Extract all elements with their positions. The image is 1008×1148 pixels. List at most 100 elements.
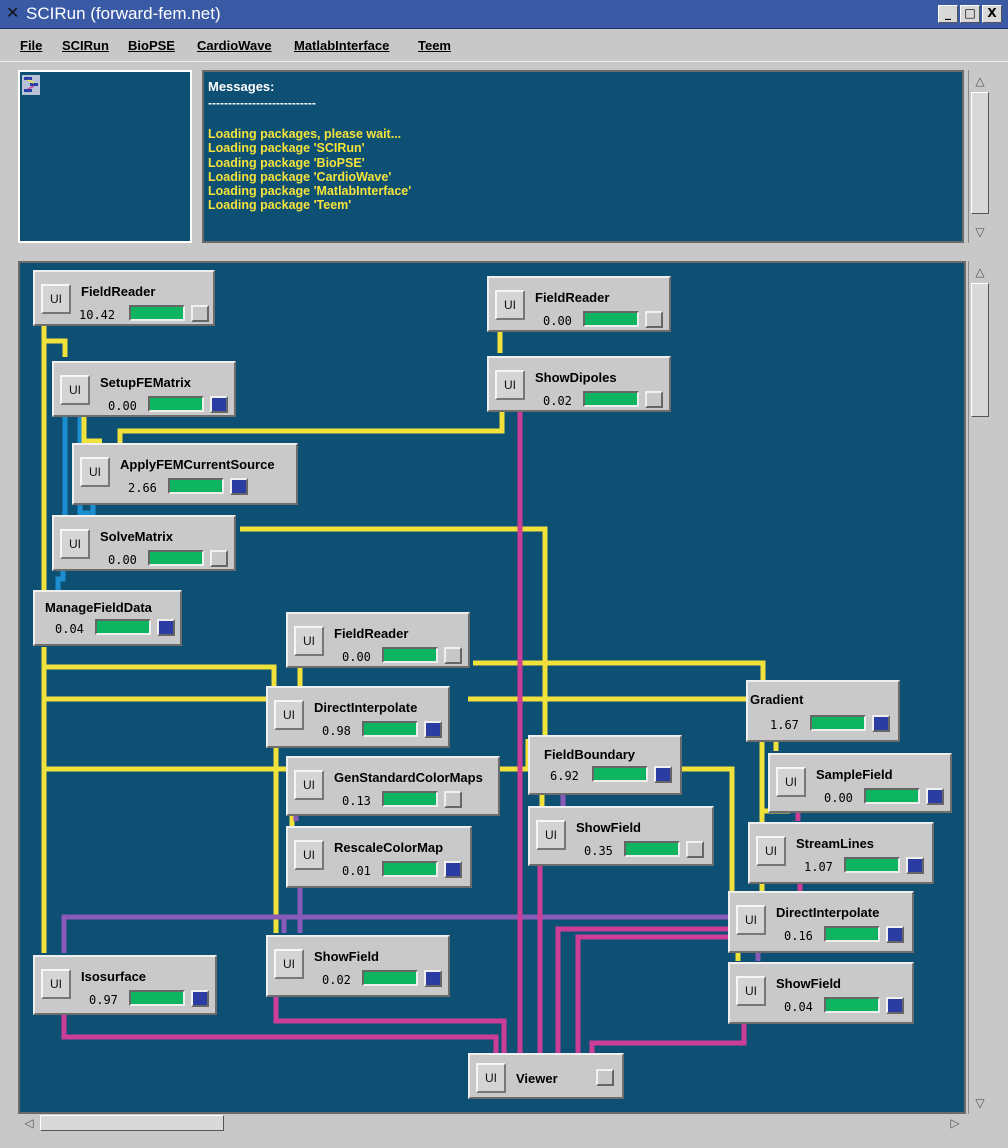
progress-bar [129, 305, 185, 321]
ui-button[interactable]: UI [60, 375, 90, 405]
ui-button[interactable]: UI [495, 290, 525, 320]
ui-button[interactable]: UI [41, 969, 71, 999]
scroll-up-arrow-icon[interactable]: △ [969, 72, 991, 90]
messages-scrollbar[interactable]: △ ▽ [968, 70, 991, 243]
module-direct-interpolate[interactable]: UI DirectInterpolate 0.16 [728, 891, 914, 953]
progress-bar [382, 791, 438, 807]
status-indicator[interactable] [926, 788, 944, 805]
module-isosurface[interactable]: UI Isosurface 0.97 [33, 955, 217, 1015]
menu-file[interactable]: File [20, 38, 42, 53]
status-indicator[interactable] [210, 396, 228, 413]
status-indicator[interactable] [157, 619, 175, 636]
progress-bar [624, 841, 680, 857]
module-time: 0.00 [342, 650, 371, 664]
maximize-button[interactable]: □ [960, 5, 980, 23]
status-indicator[interactable] [210, 550, 228, 567]
module-sample-field[interactable]: UI SampleField 0.00 [768, 753, 952, 813]
ui-button[interactable]: UI [60, 529, 90, 559]
module-manage-field-data[interactable]: ManageFieldData 0.04 [33, 590, 182, 646]
status-indicator[interactable] [906, 857, 924, 874]
scroll-thumb[interactable] [971, 92, 989, 214]
status-indicator[interactable] [230, 478, 248, 495]
message-line: Loading package 'MatlabInterface' [208, 184, 412, 199]
canvas-horizontal-scrollbar[interactable]: ◁ ▷ [18, 1114, 966, 1132]
progress-bar [844, 857, 900, 873]
scroll-right-arrow-icon[interactable]: ▷ [946, 1114, 964, 1132]
module-gen-standard-color-maps[interactable]: UI GenStandardColorMaps 0.13 [286, 756, 500, 816]
scroll-thumb[interactable] [40, 1115, 224, 1131]
module-show-field[interactable]: UI ShowField 0.35 [528, 806, 714, 866]
scroll-up-arrow-icon[interactable]: △ [969, 263, 991, 281]
status-indicator[interactable] [191, 990, 209, 1007]
module-apply-fem-current-source[interactable]: UI ApplyFEMCurrentSource 2.66 [72, 443, 298, 505]
module-setup-fe-matrix[interactable]: UI SetupFEMatrix 0.00 [52, 361, 236, 417]
scroll-thumb[interactable] [971, 283, 989, 417]
module-field-reader[interactable]: UI FieldReader 0.00 [286, 612, 470, 668]
module-time: 0.00 [543, 314, 572, 328]
status-indicator[interactable] [191, 305, 209, 322]
menu-cardiowave[interactable]: CardioWave [197, 38, 272, 53]
module-name: FieldReader [535, 290, 610, 305]
status-indicator[interactable] [596, 1069, 614, 1086]
ui-button[interactable]: UI [756, 836, 786, 866]
ui-button[interactable]: UI [294, 840, 324, 870]
ui-button[interactable]: UI [536, 820, 566, 850]
scroll-left-arrow-icon[interactable]: ◁ [20, 1114, 38, 1132]
menu-scirun[interactable]: SCIRun [62, 38, 109, 53]
status-indicator[interactable] [654, 766, 672, 783]
status-indicator[interactable] [444, 647, 462, 664]
module-rescale-color-map[interactable]: UI RescaleColorMap 0.01 [286, 826, 472, 888]
scroll-down-arrow-icon[interactable]: ▽ [969, 223, 991, 241]
module-gradient[interactable]: Gradient 1.67 [746, 680, 900, 742]
ui-button[interactable]: UI [495, 370, 525, 400]
status-indicator[interactable] [424, 970, 442, 987]
module-field-reader[interactable]: UI FieldReader 0.00 [487, 276, 671, 332]
module-show-field[interactable]: UI ShowField 0.04 [728, 962, 914, 1024]
ui-button[interactable]: UI [736, 905, 766, 935]
ui-button[interactable]: UI [776, 767, 806, 797]
module-name: DirectInterpolate [776, 905, 880, 920]
module-show-dipoles[interactable]: UI ShowDipoles 0.02 [487, 356, 671, 412]
progress-bar [382, 861, 438, 877]
module-stream-lines[interactable]: UI StreamLines 1.07 [748, 822, 934, 884]
ui-button[interactable]: UI [80, 457, 110, 487]
scroll-down-arrow-icon[interactable]: ▽ [969, 1094, 991, 1112]
close-button[interactable]: X [982, 5, 1002, 23]
ui-button[interactable]: UI [294, 626, 324, 656]
status-indicator[interactable] [886, 997, 904, 1014]
ui-button[interactable]: UI [274, 700, 304, 730]
menu-biopse[interactable]: BioPSE [128, 38, 175, 53]
status-indicator[interactable] [645, 311, 663, 328]
ui-button[interactable]: UI [736, 976, 766, 1006]
module-solve-matrix[interactable]: UI SolveMatrix 0.00 [52, 515, 236, 571]
module-time: 0.97 [89, 993, 118, 1007]
status-indicator[interactable] [424, 721, 442, 738]
module-direct-interpolate[interactable]: UI DirectInterpolate 0.98 [266, 686, 450, 748]
status-indicator[interactable] [645, 391, 663, 408]
status-indicator[interactable] [444, 861, 462, 878]
ui-button[interactable]: UI [41, 284, 71, 314]
navigator-panel[interactable] [18, 70, 192, 243]
ui-button[interactable]: UI [476, 1063, 506, 1093]
ui-button[interactable]: UI [294, 770, 324, 800]
status-indicator[interactable] [886, 926, 904, 943]
module-name: GenStandardColorMaps [334, 770, 483, 785]
minimize-button[interactable]: _ [938, 5, 958, 23]
module-viewer[interactable]: UI Viewer [468, 1053, 624, 1099]
menu-matlabinterface[interactable]: MatlabInterface [294, 38, 389, 53]
status-indicator[interactable] [686, 841, 704, 858]
progress-bar [148, 550, 204, 566]
module-field-reader[interactable]: UI FieldReader 10.42 [33, 270, 215, 326]
progress-bar [148, 396, 204, 412]
canvas-vertical-scrollbar[interactable]: △ ▽ [968, 261, 991, 1114]
menu-teem[interactable]: Teem [418, 38, 451, 53]
module-time: 6.92 [550, 769, 579, 783]
module-name: ApplyFEMCurrentSource [120, 457, 275, 472]
x-window-icon: ✕ [6, 3, 20, 22]
status-indicator[interactable] [444, 791, 462, 808]
status-indicator[interactable] [872, 715, 890, 732]
ui-button[interactable]: UI [274, 949, 304, 979]
module-show-field[interactable]: UI ShowField 0.02 [266, 935, 450, 997]
module-field-boundary[interactable]: FieldBoundary 6.92 [528, 735, 682, 795]
progress-bar [95, 619, 151, 635]
